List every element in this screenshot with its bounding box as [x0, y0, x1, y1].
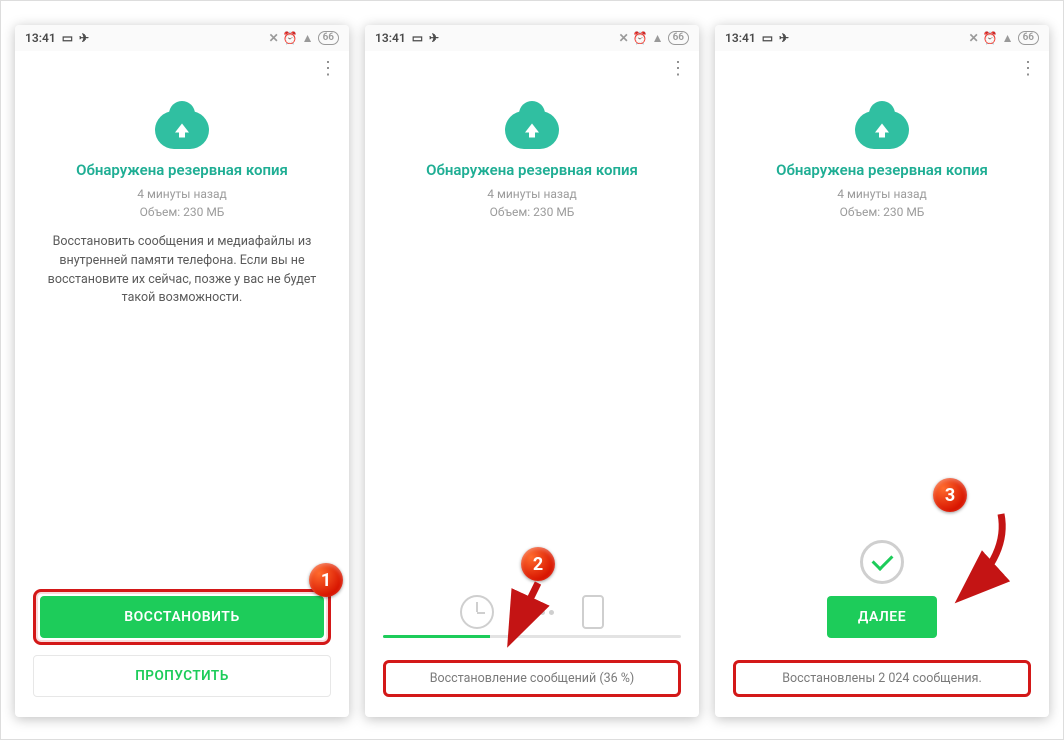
content-area: Обнаружена резервная копия 4 минуты наза…	[15, 87, 349, 577]
annotation-arrow-2	[505, 579, 575, 649]
backup-size: Объем: 230 МБ	[490, 203, 575, 221]
chat-icon: ▭	[412, 31, 423, 45]
skip-button[interactable]: ПРОПУСТИТЬ	[33, 655, 331, 697]
done-check-icon	[860, 540, 904, 584]
status-time: 13:41	[375, 31, 406, 45]
app-top-bar: ⋮	[715, 51, 1049, 87]
chat-icon: ▭	[62, 31, 73, 45]
bottom-done-area: ДАЛЕЕ Восстановлены 2 024 сообщения. 3	[715, 528, 1049, 717]
backup-time: 4 минуты назад	[487, 185, 577, 203]
cloud-upload-icon	[505, 111, 559, 149]
silent-icon: ✕	[969, 31, 979, 45]
annotation-highlight-progress: Восстановление сообщений (36 %)	[383, 660, 681, 697]
backup-size: Объем: 230 МБ	[840, 203, 925, 221]
restore-description: Восстановить сообщения и медиафайлы из в…	[35, 233, 329, 308]
backup-time: 4 минуты назад	[837, 185, 927, 203]
history-icon	[460, 595, 494, 629]
phone-screen-2: 13:41 ▭ ✈ ✕ ⏰ ▲ 66 ⋮ Обнаружена резервна…	[365, 25, 699, 717]
annotation-badge-3: 3	[933, 478, 967, 512]
status-bar: 13:41 ▭ ✈ ✕ ⏰ ▲ 66	[365, 25, 699, 51]
backup-time: 4 минуты назад	[137, 185, 227, 203]
alarm-icon: ⏰	[633, 31, 648, 45]
backup-found-title: Обнаружена резервная копия	[776, 161, 988, 179]
status-time: 13:41	[25, 31, 56, 45]
silent-icon: ✕	[619, 31, 629, 45]
phone-screen-3: 13:41 ▭ ✈ ✕ ⏰ ▲ 66 ⋮ Обнаружена резервна…	[715, 25, 1049, 717]
bottom-actions: ВОССТАНОВИТЬ ПРОПУСТИТЬ 1	[15, 577, 349, 717]
annotation-badge-2: 2	[521, 547, 555, 581]
wifi-icon: ▲	[302, 31, 314, 45]
device-icon	[582, 595, 604, 629]
backup-found-title: Обнаружена резервная копия	[426, 161, 638, 179]
status-time: 13:41	[725, 31, 756, 45]
wifi-icon: ▲	[1002, 31, 1014, 45]
status-bar: 13:41 ▭ ✈ ✕ ⏰ ▲ 66	[15, 25, 349, 51]
status-bar: 13:41 ▭ ✈ ✕ ⏰ ▲ 66	[715, 25, 1049, 51]
telegram-icon: ✈	[779, 31, 789, 45]
app-top-bar: ⋮	[15, 51, 349, 87]
telegram-icon: ✈	[429, 31, 439, 45]
annotation-highlight-done: Восстановлены 2 024 сообщения.	[733, 660, 1031, 697]
annotation-arrow-3	[939, 510, 1029, 606]
bottom-progress-area: Восстановление сообщений (36 %) 2	[365, 583, 699, 717]
cloud-upload-icon	[155, 111, 209, 149]
cloud-upload-icon	[855, 111, 909, 149]
battery-indicator: 66	[668, 31, 689, 45]
next-button[interactable]: ДАЛЕЕ	[827, 596, 937, 638]
more-options-icon[interactable]: ⋮	[319, 60, 337, 78]
more-options-icon[interactable]: ⋮	[669, 60, 687, 78]
telegram-icon: ✈	[79, 31, 89, 45]
silent-icon: ✕	[269, 31, 279, 45]
battery-indicator: 66	[318, 31, 339, 45]
chat-icon: ▭	[762, 31, 773, 45]
alarm-icon: ⏰	[983, 31, 998, 45]
battery-indicator: 66	[1018, 31, 1039, 45]
more-options-icon[interactable]: ⋮	[1019, 60, 1037, 78]
wifi-icon: ▲	[652, 31, 664, 45]
content-area: Обнаружена резервная копия 4 минуты наза…	[365, 87, 699, 583]
annotation-badge-1: 1	[309, 563, 343, 597]
app-top-bar: ⋮	[365, 51, 699, 87]
restore-progress-text: Восстановление сообщений (36 %)	[430, 671, 635, 686]
backup-size: Объем: 230 МБ	[140, 203, 225, 221]
phone-screen-1: 13:41 ▭ ✈ ✕ ⏰ ▲ 66 ⋮ Обнаружена резервна…	[15, 25, 349, 717]
restore-button[interactable]: ВОССТАНОВИТЬ	[40, 596, 324, 638]
backup-found-title: Обнаружена резервная копия	[76, 161, 288, 179]
alarm-icon: ⏰	[283, 31, 298, 45]
annotation-highlight-restore: ВОССТАНОВИТЬ	[33, 589, 331, 645]
restore-done-text: Восстановлены 2 024 сообщения.	[782, 671, 982, 686]
content-area: Обнаружена резервная копия 4 минуты наза…	[715, 87, 1049, 528]
